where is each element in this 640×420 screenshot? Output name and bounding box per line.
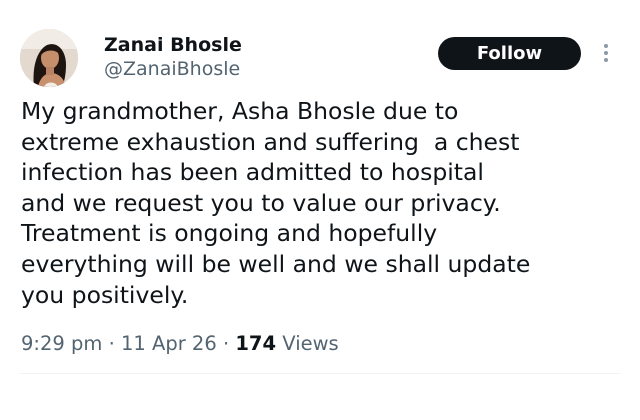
divider <box>20 373 620 374</box>
tweet-text-line: everything will be well and we shall upd… <box>21 249 531 278</box>
avatar[interactable] <box>20 29 78 87</box>
tweet-text: My grandmother, Asha Bhosle due to extre… <box>21 96 631 310</box>
author-handle[interactable]: @ZanaiBhosle <box>104 58 240 80</box>
tweet-card: Zanai Bhosle @ZanaiBhosle Follow My gran… <box>0 0 640 420</box>
tweet-text-line: My grandmother, Asha Bhosle due to <box>21 97 459 125</box>
tweet-text-line: you positively. <box>21 280 189 309</box>
author-display-name[interactable]: Zanai Bhosle <box>104 34 242 56</box>
views-label: Views <box>282 332 339 355</box>
avatar-image <box>20 29 78 87</box>
tweet-text-line: infection has been admitted to hospital <box>21 158 484 187</box>
tweet-text-line: extreme exhaustion and suffering a chest <box>21 127 520 156</box>
tweet-date[interactable]: 11 Apr 26 <box>121 332 217 355</box>
meta-separator: · <box>108 332 115 355</box>
follow-button[interactable]: Follow <box>438 37 581 70</box>
tweet-time[interactable]: 9:29 pm <box>21 332 102 355</box>
tweet-text-line: Treatment is ongoing and hopefully <box>21 219 438 248</box>
tweet-meta: 9:29 pm · 11 Apr 26 · 174 Views <box>21 332 339 356</box>
tweet-text-line: and we request you to value our privacy. <box>21 188 501 217</box>
views-count: 174 <box>235 332 277 355</box>
meta-separator: · <box>222 332 230 355</box>
more-vertical-icon[interactable] <box>599 40 613 66</box>
